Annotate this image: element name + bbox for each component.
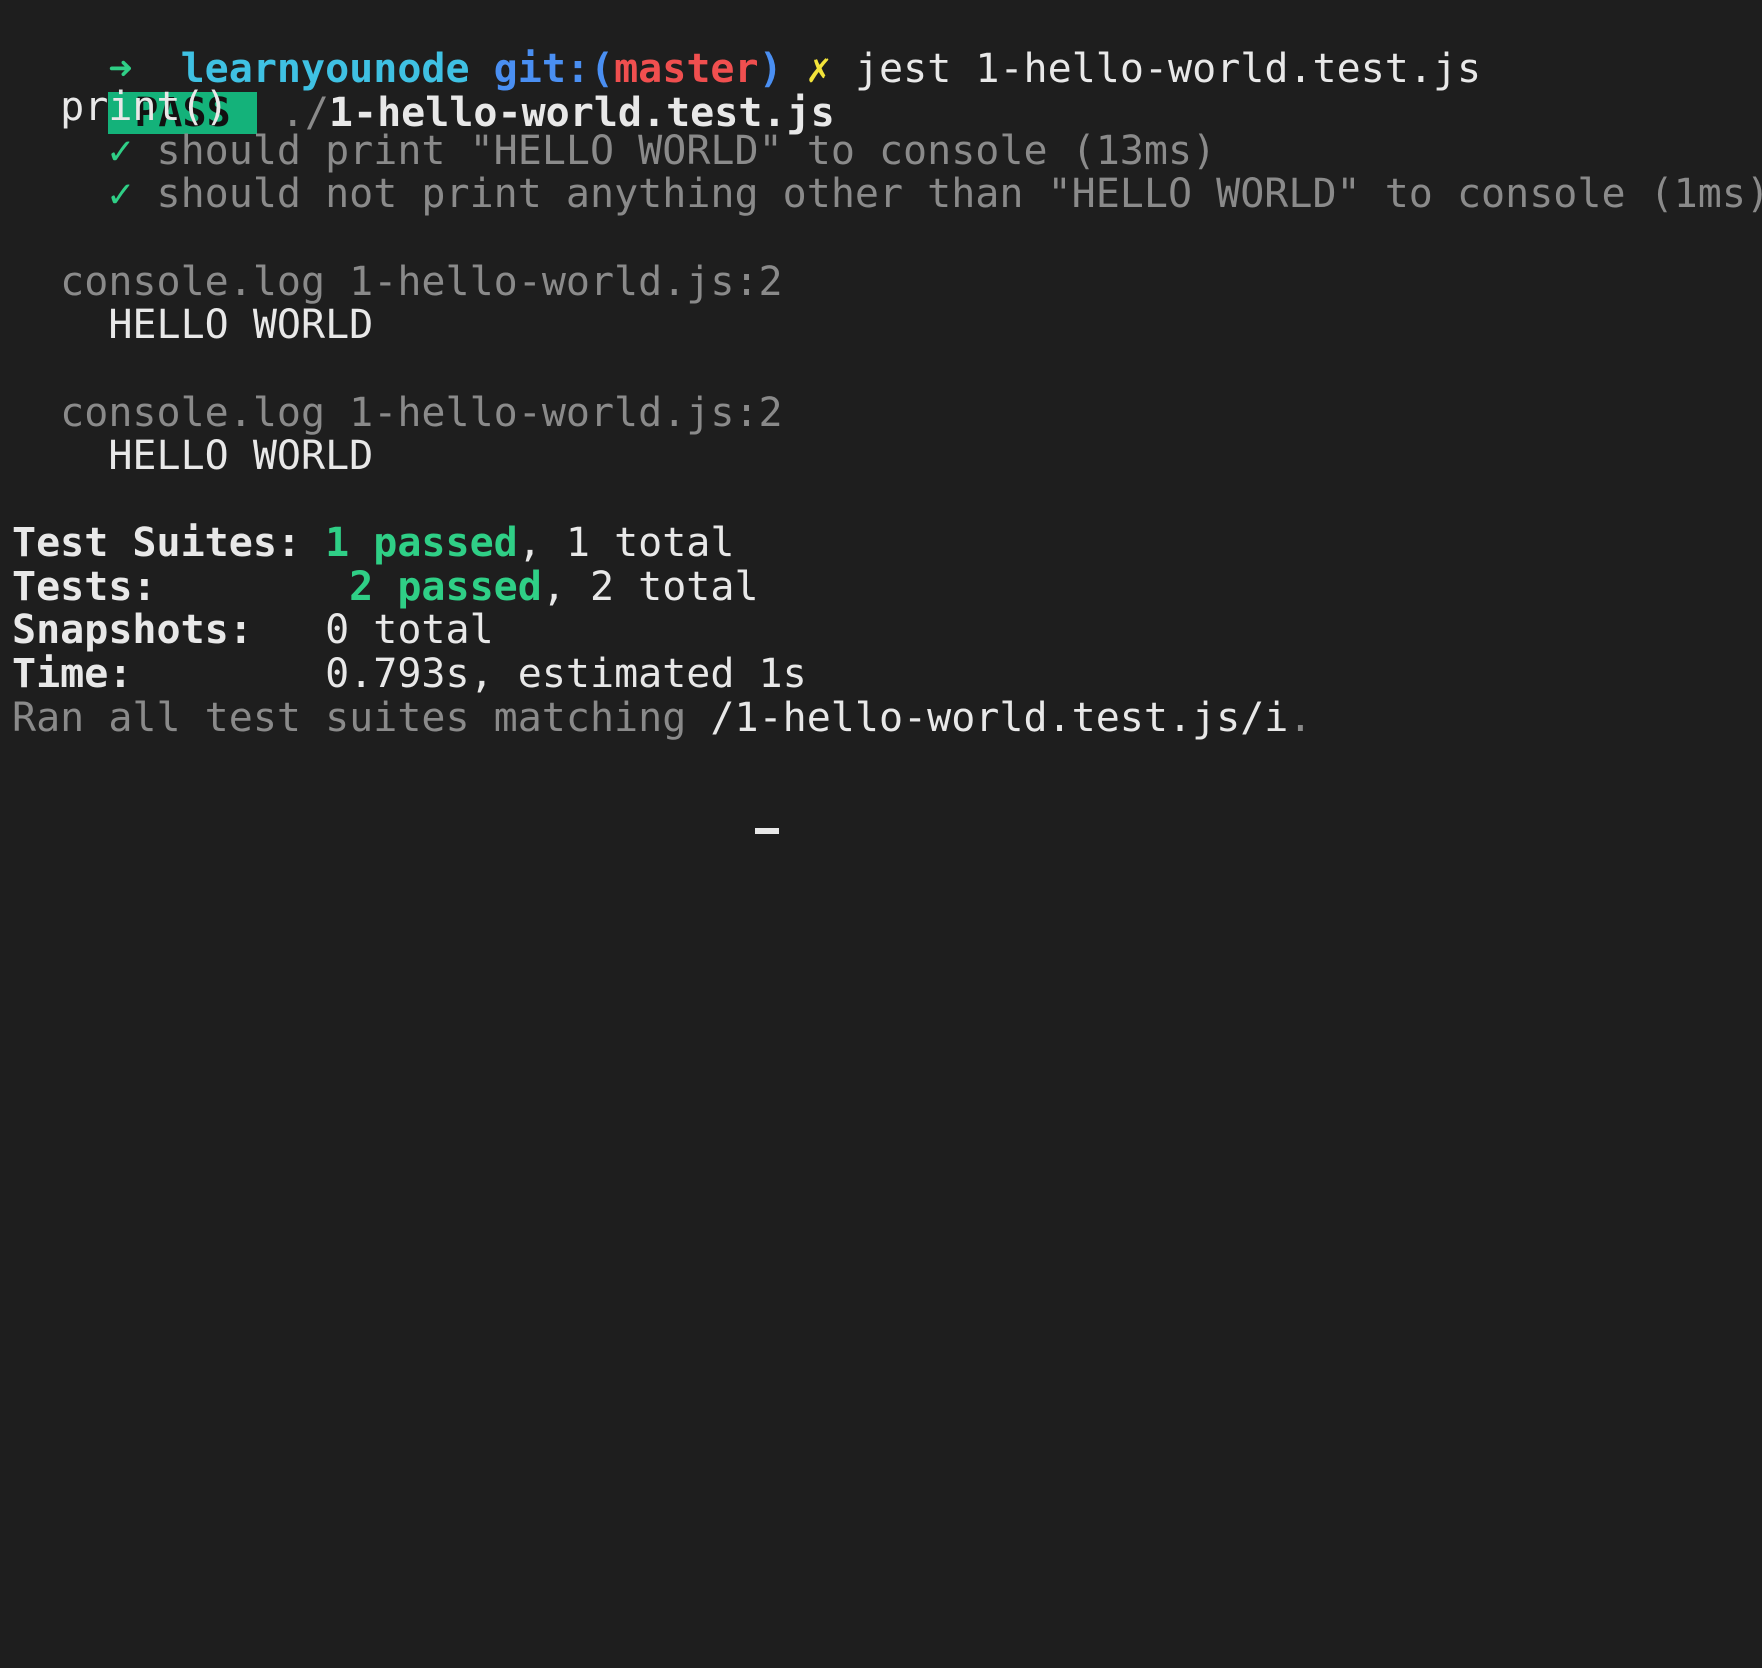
- check-icon: ✓: [108, 171, 133, 217]
- summary-ran: Ran all test suites matching /1-hello-wo…: [12, 694, 1312, 743]
- summary-snapshots-label: Snapshots:: [12, 607, 326, 653]
- summary-time-label: Time:: [12, 651, 326, 697]
- summary-ran-suffix: .: [1288, 695, 1313, 741]
- summary-time: Time: 0.793s, estimated 1s: [12, 650, 807, 699]
- console-log-source-text: console.log 1-hello-world.js:2: [60, 390, 783, 436]
- test-name: should print "HELLO WORLD" to console (1…: [156, 128, 1217, 174]
- summary-tests-total: , 2 total: [541, 564, 759, 610]
- console-log-source-text: console.log 1-hello-world.js:2: [60, 259, 783, 305]
- summary-tests-label: Tests:: [12, 564, 350, 610]
- summary-snapshots: Snapshots: 0 total: [12, 606, 494, 655]
- console-log-output-text: HELLO WORLD: [108, 433, 374, 479]
- console-log-source: console.log 1-hello-world.js:2: [12, 258, 783, 307]
- result-line: PASS ./1-hello-world.test.js: [12, 40, 835, 136]
- console-log-output: HELLO WORLD: [12, 301, 373, 350]
- suite-name: print(): [60, 84, 229, 130]
- summary-suites-label: Test Suites:: [12, 520, 326, 566]
- summary-ran-pattern: /1-hello-world.test.js/i: [710, 695, 1289, 741]
- summary-tests: Tests: 2 passed, 2 total: [12, 563, 759, 612]
- terminal-cursor: [755, 828, 779, 834]
- summary-ran-prefix: Ran all test suites matching: [12, 695, 711, 741]
- summary-suites-passed: 1 passed: [325, 520, 518, 566]
- summary-tests-passed: 2 passed: [349, 564, 542, 610]
- command-text: jest 1-hello-world.test.js: [854, 46, 1482, 93]
- test-line: ✓ should not print anything other than "…: [12, 170, 1762, 219]
- summary-suites-total: , 1 total: [517, 520, 735, 566]
- test-name: should not print anything other than "HE…: [156, 171, 1762, 217]
- check-icon: ✓: [108, 128, 133, 174]
- summary-snapshots-value: 0 total: [325, 607, 494, 653]
- suite-line: print(): [12, 83, 229, 132]
- test-line: ✓ should print "HELLO WORLD" to console …: [12, 127, 1216, 176]
- console-log-output-text: HELLO WORLD: [108, 302, 374, 348]
- summary-time-value: 0.793s, estimated 1s: [325, 651, 807, 697]
- console-log-output: HELLO WORLD: [12, 432, 373, 481]
- terminal-window[interactable]: ➜ learnyounode git:(master) ✗ jest 1-hel…: [0, 0, 1762, 834]
- prompt-line: ➜ learnyounode git:(master) ✗ jest 1-hel…: [12, 0, 1481, 92]
- console-log-source: console.log 1-hello-world.js:2: [12, 389, 783, 438]
- summary-suites: Test Suites: 1 passed, 1 total: [12, 519, 734, 568]
